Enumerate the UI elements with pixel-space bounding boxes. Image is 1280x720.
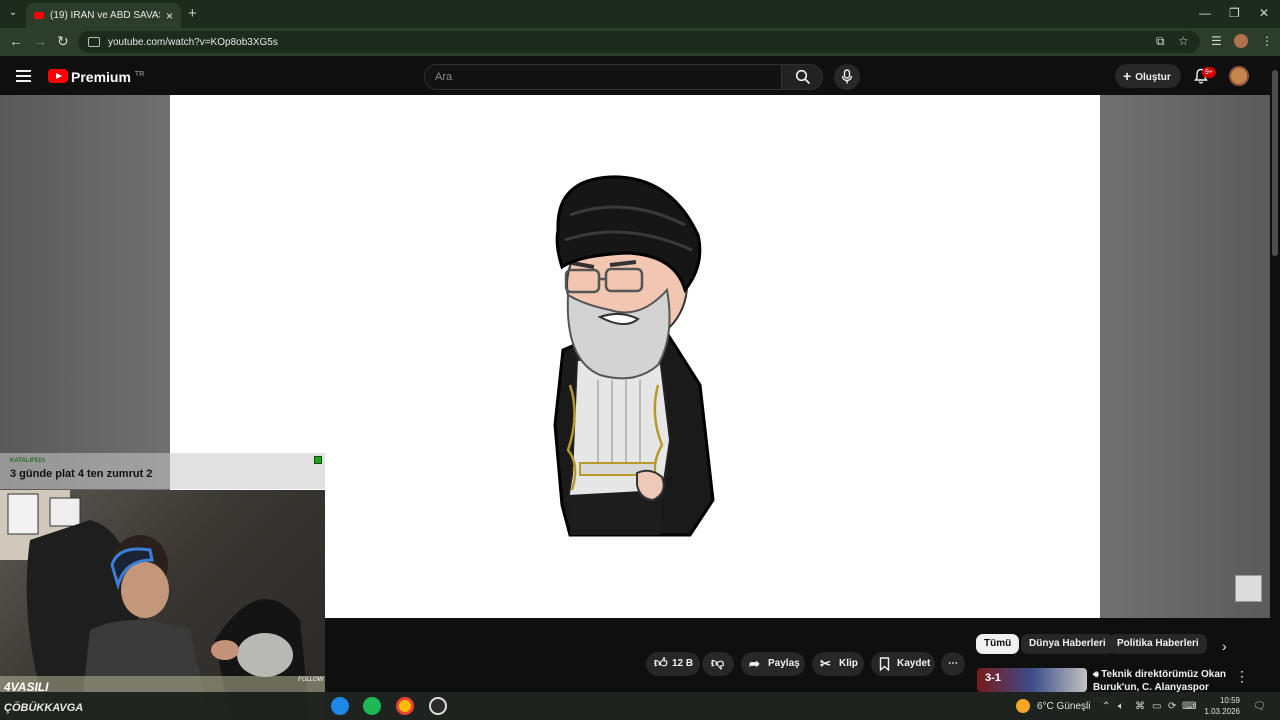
alert-username: KATALIFE01 <box>10 458 46 464</box>
chevron-right-icon[interactable]: › <box>1222 638 1227 654</box>
hamburger-menu-icon[interactable] <box>16 70 31 85</box>
thumbs-down-icon: 👎︎ <box>711 655 725 670</box>
browser-tab-bar: ⌄ (19) İRAN ve ABD SAVAŞI: Türki × + — ❐… <box>0 0 1280 28</box>
voice-search-button[interactable] <box>834 64 860 90</box>
notification-center-icon[interactable]: 🗨︎ <box>1253 701 1266 712</box>
create-button[interactable]: + Oluştur <box>1115 64 1181 88</box>
browser-profile-avatar[interactable] <box>1234 34 1248 48</box>
share-button[interactable]: ➦ Paylaş <box>741 652 805 676</box>
reload-icon[interactable]: ↻ <box>57 33 69 50</box>
bookmark-icon <box>879 657 890 671</box>
tray-sync-icon[interactable]: ⟳ <box>1168 701 1176 712</box>
address-bar[interactable]: youtube.com/watch?v=KOp8ob3XG5s <box>78 31 1200 53</box>
chip-politics-news[interactable]: Politika Haberleri <box>1109 634 1207 654</box>
tab-close-icon[interactable]: × <box>166 9 173 23</box>
more-actions-button[interactable]: ⋯ <box>941 652 965 676</box>
youtube-favicon-icon <box>34 12 44 19</box>
microphone-icon <box>841 69 853 84</box>
speaker-icon: 🔊︎ <box>1093 669 1102 679</box>
chip-world-news[interactable]: Dünya Haberleri <box>1021 634 1114 654</box>
alert-badge-icon <box>314 456 322 464</box>
clip-label: Klip <box>839 658 858 669</box>
weather-sun-icon <box>1016 699 1030 713</box>
clip-button[interactable]: ✂ Klip <box>812 652 864 676</box>
follow-label: FOLLOW <box>298 677 324 683</box>
share-label: Paylaş <box>768 658 800 669</box>
install-icon[interactable]: ⧉ <box>1156 34 1165 49</box>
keyboard-icon[interactable]: ⌨ <box>1182 701 1196 712</box>
account-avatar[interactable] <box>1229 66 1249 86</box>
clock-time: 10:59 <box>1219 696 1240 705</box>
chat-alert-overlay: KATALIFE01 3 günde plat 4 ten zumrut 2 <box>0 453 325 489</box>
browser-toolbar: ← → ↻ youtube.com/watch?v=KOp8ob3XG5s ⧉ … <box>0 28 1280 56</box>
like-count: 12 B <box>672 658 694 669</box>
youtube-header: Premium TR Ara + Oluştur 9+ <box>0 57 1280 95</box>
region-code: TR <box>134 71 145 79</box>
save-button[interactable]: Kaydet <box>871 652 935 676</box>
minimize-icon[interactable]: — <box>1199 6 1211 20</box>
browser-menu-icon[interactable]: ⋮ <box>1261 34 1273 48</box>
plus-icon: + <box>1123 68 1132 84</box>
webcam-name-strip <box>0 676 325 692</box>
forward-arrow-icon[interactable]: → <box>33 33 47 49</box>
stream-category: ÇÖBÜKKAVGA <box>4 702 84 714</box>
chrome-icon[interactable] <box>396 697 414 715</box>
notification-badge: 9+ <box>1202 67 1216 78</box>
thumbs-up-icon: 👍︎ <box>654 655 668 670</box>
save-label: Kaydet <box>897 658 931 669</box>
like-button[interactable]: 👍︎ 12 B <box>646 652 700 676</box>
search-icon <box>795 69 811 85</box>
site-info-icon[interactable] <box>88 37 100 47</box>
spotify-icon[interactable] <box>363 697 381 715</box>
weather-text[interactable]: 6°C Güneşli <box>1037 701 1090 712</box>
new-tab-button[interactable]: + <box>188 5 197 22</box>
app-icon[interactable] <box>429 697 447 715</box>
tray-app-icon[interactable]: ▭ <box>1152 701 1161 712</box>
scrollbar-thumb[interactable] <box>1272 70 1278 256</box>
window-close-icon[interactable]: ✕ <box>1259 6 1269 20</box>
recommended-video-thumbnail[interactable]: 3-1 <box>977 668 1087 692</box>
edge-icon[interactable] <box>331 697 349 715</box>
youtube-logo-icon[interactable] <box>48 69 68 83</box>
url-text: youtube.com/watch?v=KOp8ob3XG5s <box>108 36 278 48</box>
tab-title: (19) İRAN ve ABD SAVAŞI: Türki <box>50 10 160 21</box>
tray-chevron-icon[interactable]: ⌃ <box>1102 701 1110 712</box>
bookmark-star-icon[interactable]: ☆ <box>1178 34 1189 48</box>
chip-all[interactable]: Tümü <box>976 634 1020 654</box>
recommended-more-icon[interactable]: ⋮ <box>1235 668 1249 685</box>
search-button[interactable] <box>781 64 823 90</box>
more-horizontal-icon: ⋯ <box>948 658 958 669</box>
volume-icon[interactable]: 🔈︎ <box>1118 701 1124 712</box>
alert-message: 3 günde plat 4 ten zumrut 2 <box>10 468 153 480</box>
taskbar-clock[interactable]: 10:59 1.03.2026 <box>1198 695 1240 717</box>
youtube-brand[interactable]: Premium TR <box>71 69 144 85</box>
reading-list-icon[interactable]: ☰ <box>1211 34 1222 48</box>
browser-tab-active[interactable]: (19) İRAN ve ABD SAVAŞI: Türki × <box>26 3 181 28</box>
dislike-button[interactable]: 👎︎ <box>702 652 734 676</box>
restore-icon[interactable]: ❐ <box>1229 6 1240 20</box>
back-arrow-icon[interactable]: ← <box>9 33 23 49</box>
clock-date: 1.03.2026 <box>1204 707 1240 716</box>
scissors-icon: ✂ <box>820 656 831 671</box>
share-arrow-icon: ➦ <box>749 656 760 671</box>
mini-player-thumbnail[interactable] <box>1235 575 1262 602</box>
network-icon[interactable]: ⌘ <box>1135 701 1145 712</box>
tab-search-icon[interactable]: ⌄ <box>6 6 20 20</box>
search-input[interactable]: Ara <box>424 64 782 90</box>
